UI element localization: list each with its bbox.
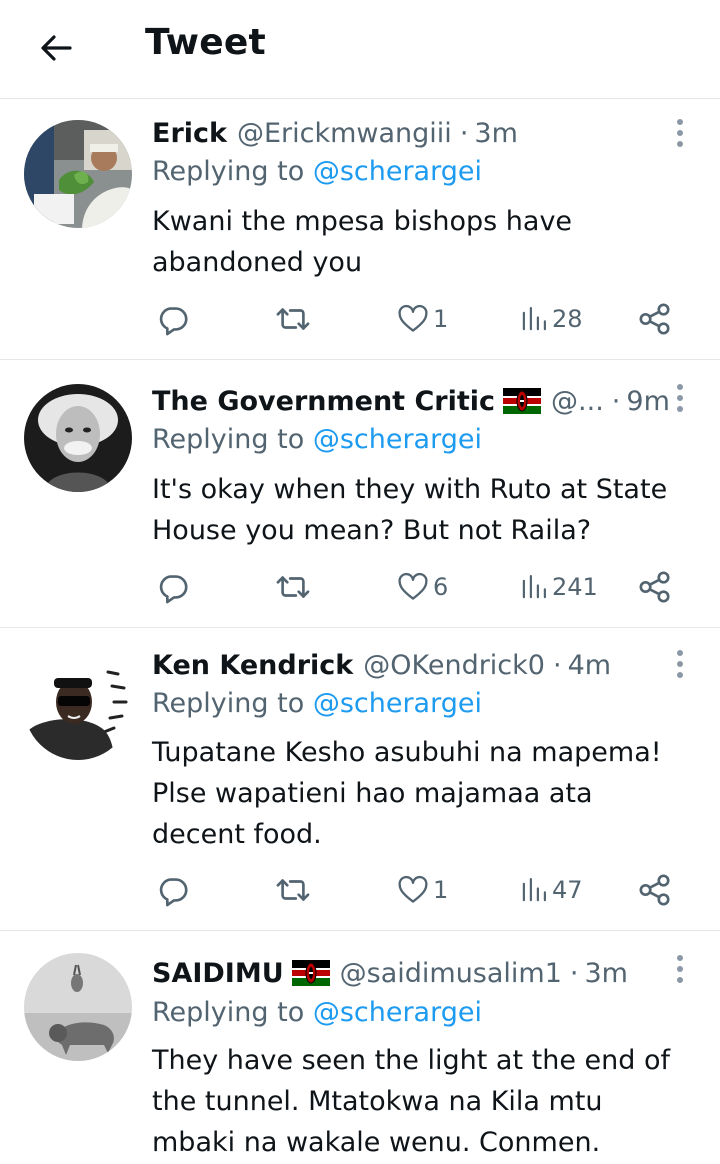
author-handle[interactable]: @Erickmwangiii [237, 118, 452, 149]
share-icon [638, 570, 672, 604]
more-options-button[interactable] [664, 113, 696, 153]
like-count: 6 [433, 573, 449, 601]
heart-icon [397, 303, 429, 335]
mention-link[interactable]: @scherargei [313, 424, 482, 455]
like-button[interactable]: 1 [397, 297, 448, 341]
reply-bubble-icon [156, 873, 190, 907]
like-button[interactable]: 6 [397, 565, 448, 609]
more-options-button[interactable] [664, 378, 696, 418]
mention-link[interactable]: @scherargei [313, 688, 482, 719]
retweet-button[interactable] [274, 297, 312, 341]
separator: · [569, 957, 579, 989]
tweet-header: The Government Critic @... · 9m [152, 381, 670, 421]
views-bar-icon [520, 572, 548, 602]
like-button[interactable]: 1 [397, 868, 448, 912]
reply-bubble-icon [156, 302, 190, 336]
reply-tweet[interactable]: SAIDIMU @saidimusalim1 · 3m Replying to … [0, 931, 720, 1164]
replying-prefix: Replying to [152, 424, 305, 455]
timestamp[interactable]: 3m [474, 118, 517, 149]
replying-to: Replying to @scherargei [152, 424, 482, 455]
replying-prefix: Replying to [152, 688, 305, 719]
author-name[interactable]: Ken Kendrick [152, 650, 353, 681]
separator: · [552, 649, 562, 681]
tweet-text: They have seen the light at the end of t… [152, 1045, 670, 1158]
replying-to: Replying to @scherargei [152, 997, 482, 1028]
kenya-flag-icon [503, 388, 541, 414]
share-icon [638, 302, 672, 336]
mention-link[interactable]: @scherargei [313, 997, 482, 1028]
reply-tweet[interactable]: Erick @Erickmwangiii · 3m Replying to @s… [0, 100, 720, 360]
retweet-icon [274, 570, 312, 604]
retweet-icon [274, 873, 312, 907]
replying-prefix: Replying to [152, 997, 305, 1028]
reply-bubble-icon [156, 570, 190, 604]
heart-icon [397, 874, 429, 906]
tweet-text: Kwani the mpesa bishops have abandoned y… [152, 206, 573, 278]
author-name[interactable]: The Government Critic [152, 386, 495, 417]
reply-tweet[interactable]: The Government Critic @... · 9m Replying… [0, 360, 720, 628]
more-options-button[interactable] [664, 949, 696, 989]
reply-button[interactable] [156, 565, 190, 609]
tweet-header: Erick @Erickmwangiii · 3m [152, 113, 518, 153]
avatar[interactable] [24, 953, 132, 1061]
replying-to: Replying to @scherargei [152, 156, 482, 187]
mention-link[interactable]: @scherargei [313, 156, 482, 187]
tweet-header: Ken Kendrick @OKendrick0 · 4m [152, 645, 611, 685]
more-vertical-icon [674, 951, 686, 987]
tweet-header: SAIDIMU @saidimusalim1 · 3m [152, 953, 628, 993]
kenya-flag-icon [292, 960, 330, 986]
view-count: 241 [552, 573, 598, 601]
replying-prefix: Replying to [152, 156, 305, 187]
more-vertical-icon [674, 380, 686, 416]
arrow-left-icon [41, 35, 72, 61]
view-count: 28 [552, 305, 583, 333]
more-options-button[interactable] [664, 644, 696, 684]
timestamp[interactable]: 3m [585, 958, 628, 989]
action-bar: 1 28 [0, 297, 720, 341]
action-bar: 6 241 [0, 565, 720, 609]
views-bar-icon [520, 875, 548, 905]
share-button[interactable] [638, 868, 672, 912]
page-title: Tweet [145, 22, 266, 63]
back-button[interactable] [32, 24, 80, 72]
author-handle[interactable]: @OKendrick0 [363, 650, 545, 681]
timestamp[interactable]: 4m [568, 650, 611, 681]
more-vertical-icon [674, 646, 686, 682]
tweet-text: It's okay when they with Ruto at State H… [152, 474, 668, 546]
author-name[interactable]: Erick [152, 118, 227, 149]
author-handle[interactable]: @saidimusalim1 [340, 958, 562, 989]
top-app-bar: Tweet [0, 0, 720, 99]
views-bar-icon [520, 304, 548, 334]
share-button[interactable] [638, 297, 672, 341]
reply-button[interactable] [156, 297, 190, 341]
view-count: 47 [552, 876, 583, 904]
avatar[interactable] [24, 652, 132, 760]
action-bar: 1 47 [0, 868, 720, 912]
views-button[interactable]: 241 [520, 565, 598, 609]
retweet-button[interactable] [274, 868, 312, 912]
author-handle[interactable]: @... [551, 386, 604, 417]
like-count: 1 [433, 876, 449, 904]
separator: · [459, 117, 469, 149]
heart-icon [397, 571, 429, 603]
tweet-text: Tupatane Kesho asubuhi na mapema! Plse w… [152, 737, 662, 850]
avatar[interactable] [24, 384, 132, 492]
author-name[interactable]: SAIDIMU [152, 958, 284, 989]
replying-to: Replying to @scherargei [152, 688, 482, 719]
views-button[interactable]: 47 [520, 868, 583, 912]
avatar[interactable] [24, 120, 132, 228]
reply-tweet[interactable]: Ken Kendrick @OKendrick0 · 4m Replying t… [0, 628, 720, 931]
share-icon [638, 873, 672, 907]
more-vertical-icon [674, 115, 686, 151]
reply-button[interactable] [156, 868, 190, 912]
views-button[interactable]: 28 [520, 297, 583, 341]
like-count: 1 [433, 305, 449, 333]
retweet-button[interactable] [274, 565, 312, 609]
share-button[interactable] [638, 565, 672, 609]
retweet-icon [274, 302, 312, 336]
separator: · [611, 385, 621, 417]
